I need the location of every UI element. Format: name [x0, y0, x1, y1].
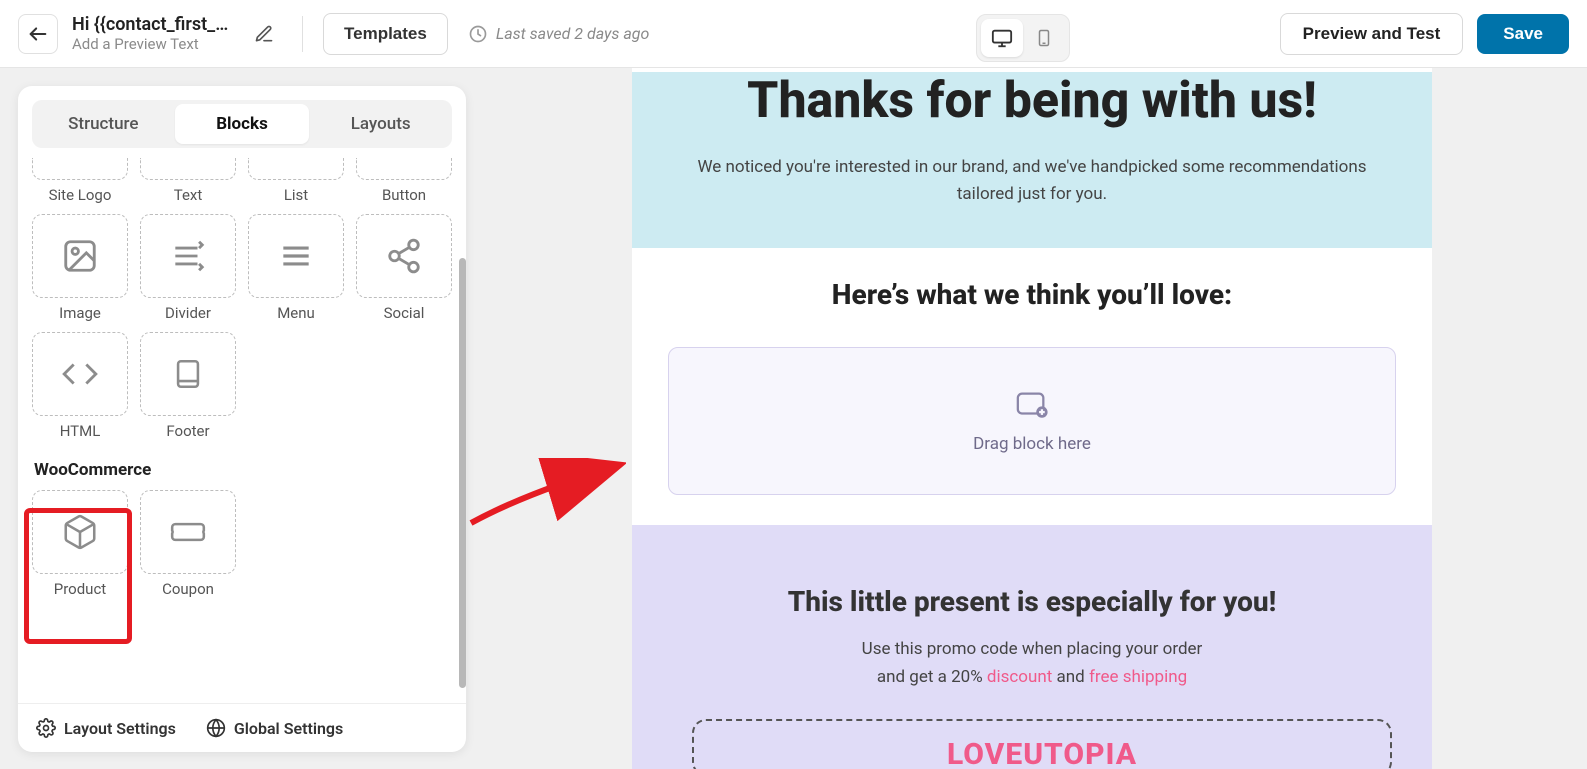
last-saved-text: Last saved 2 days ago [496, 24, 650, 43]
block-coupon[interactable] [140, 490, 236, 574]
block-social[interactable] [356, 214, 452, 298]
block-label: Social [384, 304, 425, 322]
preview-and-test-button[interactable]: Preview and Test [1280, 13, 1464, 55]
block-label: Divider [165, 304, 211, 322]
divider-icon [169, 237, 207, 275]
block-label: Text [174, 186, 203, 204]
globe-icon [206, 718, 226, 738]
blocks-scroll-area[interactable]: Site Logo Text List Button Image Divider [18, 148, 466, 703]
panel-tabs: Structure Blocks Layouts [32, 100, 452, 148]
header-actions: Preview and Test Save [1280, 13, 1569, 55]
block-row: Image Divider Menu Social [32, 214, 452, 322]
tab-structure[interactable]: Structure [36, 104, 171, 144]
back-button[interactable] [18, 14, 58, 54]
promo-section[interactable]: This little present is especially for yo… [632, 525, 1432, 769]
block-label: HTML [60, 422, 101, 440]
hero-text: We noticed you're interested in our bran… [672, 154, 1392, 208]
block-image[interactable] [32, 214, 128, 298]
panel-footer: Layout Settings Global Settings [18, 703, 466, 752]
present-line1: Use this promo code when placing your or… [862, 639, 1203, 659]
recommendations-title: Here’s what we think you’ll love: [668, 278, 1396, 311]
block-label: Button [382, 186, 426, 204]
present-line2-prefix: and get a 20% [877, 667, 987, 687]
mobile-view-button[interactable] [1023, 19, 1065, 57]
present-text: Use this promo code when placing your or… [692, 636, 1372, 690]
promo-code: LOVEUTOPIA [694, 737, 1390, 769]
footer-icon [171, 355, 205, 393]
app-header: Hi {{contact_first_n… Add a Preview Text… [0, 0, 1587, 68]
layout-settings-link[interactable]: Layout Settings [36, 718, 176, 738]
block-row: Site Logo Text List Button [32, 158, 452, 204]
title-group: Hi {{contact_first_n… Add a Preview Text [72, 14, 232, 53]
preview-text-placeholder[interactable]: Add a Preview Text [72, 35, 232, 53]
email-subject[interactable]: Hi {{contact_first_n… [72, 14, 232, 35]
block-row: HTML Footer [32, 332, 452, 440]
block-html[interactable] [32, 332, 128, 416]
email-canvas[interactable]: Thanks for being with us! We noticed you… [632, 68, 1432, 769]
save-button[interactable]: Save [1477, 14, 1569, 54]
tab-blocks[interactable]: Blocks [175, 104, 310, 144]
block-label: Menu [277, 304, 315, 322]
block-row: Product Coupon [32, 490, 452, 598]
arrow-left-icon [27, 23, 49, 45]
edit-subject-button[interactable] [246, 16, 282, 52]
mobile-icon [1035, 27, 1053, 49]
tab-layouts[interactable]: Layouts [313, 104, 448, 144]
divider [302, 16, 303, 52]
block-site-logo[interactable] [32, 158, 128, 180]
desktop-view-button[interactable] [981, 19, 1023, 57]
layout-settings-label: Layout Settings [64, 719, 176, 738]
last-saved-indicator: Last saved 2 days ago [468, 24, 650, 44]
recommendations-heading-section[interactable]: Here’s what we think you’ll love: [632, 248, 1432, 321]
block-label: Image [59, 304, 101, 322]
pencil-icon [254, 24, 274, 44]
box-icon [61, 513, 99, 551]
gear-icon [36, 718, 56, 738]
desktop-icon [991, 27, 1013, 49]
global-settings-link[interactable]: Global Settings [206, 718, 343, 738]
image-icon [61, 237, 99, 275]
block-text[interactable] [140, 158, 236, 180]
global-settings-label: Global Settings [234, 719, 343, 738]
annotation-arrow [466, 458, 626, 528]
block-dropzone[interactable]: Drag block here [668, 347, 1396, 495]
block-label: Product [54, 580, 106, 598]
blocks-panel: Structure Blocks Layouts Site Logo Text … [18, 86, 466, 752]
block-menu[interactable] [248, 214, 344, 298]
block-label: Footer [166, 422, 209, 440]
share-icon [385, 237, 423, 275]
block-label: Coupon [162, 580, 214, 598]
present-discount: discount [987, 667, 1052, 687]
block-label: List [284, 186, 308, 204]
hero-section[interactable]: Thanks for being with us! We noticed you… [632, 72, 1432, 248]
block-label: Site Logo [49, 186, 112, 204]
present-freeship: free shipping [1089, 667, 1187, 687]
block-list[interactable] [248, 158, 344, 180]
present-and: and [1052, 667, 1089, 687]
templates-button[interactable]: Templates [323, 13, 448, 55]
device-toggle [976, 14, 1070, 62]
block-product[interactable] [32, 490, 128, 574]
block-footer[interactable] [140, 332, 236, 416]
block-divider[interactable] [140, 214, 236, 298]
menu-icon [277, 237, 315, 275]
dropzone-icon [1012, 388, 1052, 422]
code-icon [61, 355, 99, 393]
dropzone-label: Drag block here [973, 434, 1091, 454]
woocommerce-section-title: WooCommerce [34, 460, 452, 480]
ticket-icon [168, 513, 208, 551]
promo-code-box[interactable]: LOVEUTOPIA [692, 719, 1392, 769]
block-button[interactable] [356, 158, 452, 180]
history-icon [468, 24, 488, 44]
hero-title: Thanks for being with us! [672, 72, 1392, 130]
present-title: This little present is especially for yo… [692, 585, 1372, 618]
